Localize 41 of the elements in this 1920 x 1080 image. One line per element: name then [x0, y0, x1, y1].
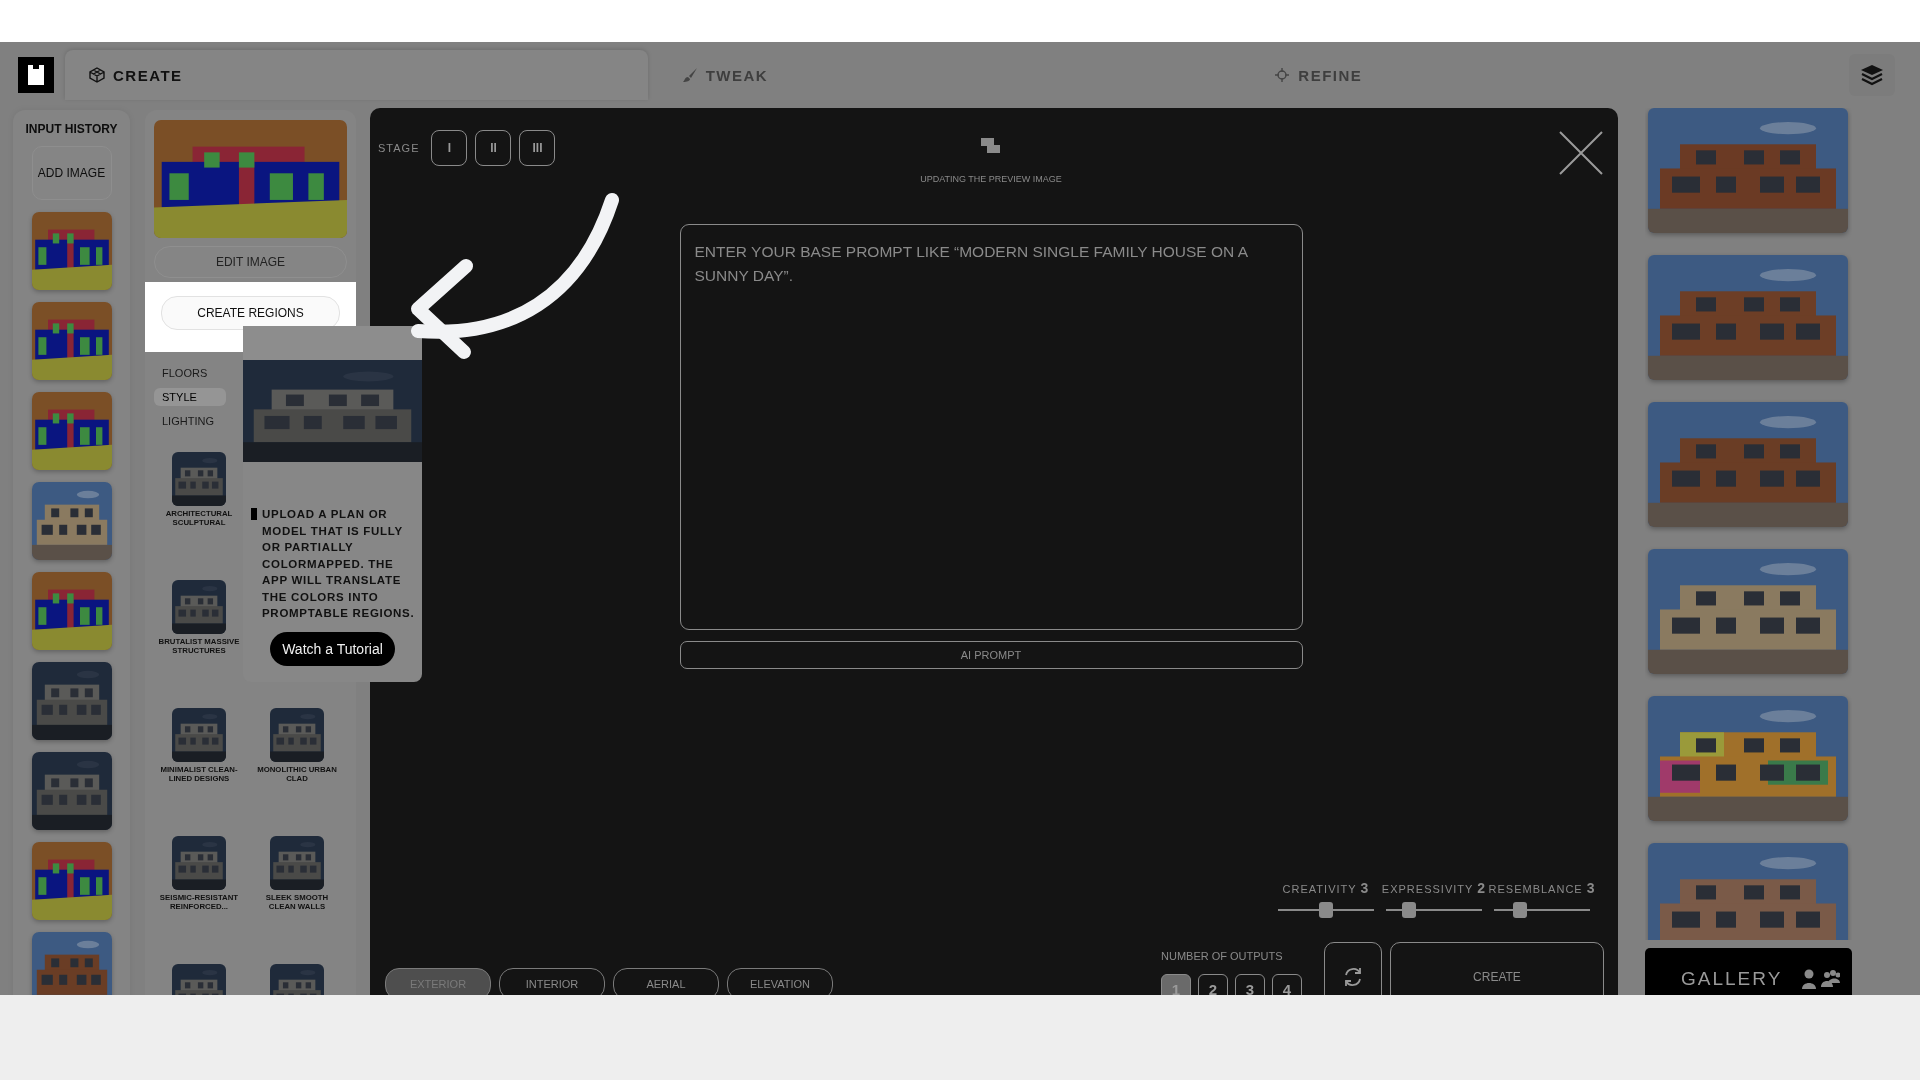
slider-thumb[interactable]	[1512, 902, 1527, 918]
layers-icon	[1860, 64, 1884, 86]
stage-button[interactable]: III	[519, 130, 556, 166]
tooltip-text: UPLOAD A PLAN OR MODEL THAT IS FULLY OR PARTIALLY COLORMAPPED. THE APP WILL TRANSLATE THE COLORS INTO PROMPTABLE REGIONS.	[262, 507, 416, 621]
category-tab[interactable]: FLOORS	[154, 364, 226, 382]
slider-thumb[interactable]	[1402, 902, 1417, 918]
gallery-button[interactable]: GALLERY	[1645, 948, 1852, 995]
layers-button[interactable]	[1849, 54, 1895, 96]
slider-thumb[interactable]	[1319, 902, 1333, 918]
logo-icon	[18, 57, 54, 93]
slider-value: 2	[1477, 880, 1487, 896]
refresh-icon	[1342, 966, 1364, 988]
close-button[interactable]	[1558, 130, 1604, 176]
stage-button[interactable]: I	[431, 130, 468, 166]
status-text: UPDATING THE PREVIEW IMAGE	[920, 174, 1062, 184]
cube-icon	[89, 67, 105, 83]
category-tab[interactable]: LIGHTING	[154, 412, 226, 430]
stage-button[interactable]: II	[475, 130, 512, 166]
category-tab[interactable]: STYLE	[154, 388, 226, 406]
tutorial-button[interactable]: Watch a Tutorial	[270, 631, 395, 666]
stage-label: STAGE	[378, 142, 420, 154]
crosshair-icon	[1274, 67, 1291, 83]
panel-title: INPUT HISTORY	[25, 122, 118, 136]
create-regions-button[interactable]: CREATE REGIONS	[161, 296, 340, 330]
main-tab[interactable]: REFINE	[1250, 50, 1833, 100]
slider-label: RESEMBLANCE	[1488, 883, 1583, 895]
add-image-button[interactable]: ADD IMAGE	[31, 146, 112, 200]
outputs-label: NUMBER OF OUTPUTS	[1161, 950, 1284, 962]
slider-label: EXPRESSIVITY	[1381, 883, 1474, 895]
main-tab[interactable]: TWEAK	[657, 50, 1241, 100]
prompt-field[interactable]: ENTER YOUR BASE PROMPT LIKE “MODERN SINGLE FAMILY HOUSE ON A SUNNY DAY”.	[679, 224, 1303, 630]
ai-prompt-button[interactable]: AI PROMPT	[679, 641, 1303, 669]
users-icon	[1802, 969, 1840, 989]
marker-icon	[251, 508, 257, 520]
slider-label: CREATIVITY	[1282, 883, 1357, 895]
slider-value: 3	[1360, 880, 1370, 896]
edit-image-button[interactable]: EDIT IMAGE	[154, 246, 347, 278]
slider-value: 3	[1586, 880, 1596, 896]
main-tab[interactable]: CREATE	[65, 50, 648, 100]
close-icon	[1558, 130, 1604, 176]
preview-icon	[981, 138, 1001, 154]
